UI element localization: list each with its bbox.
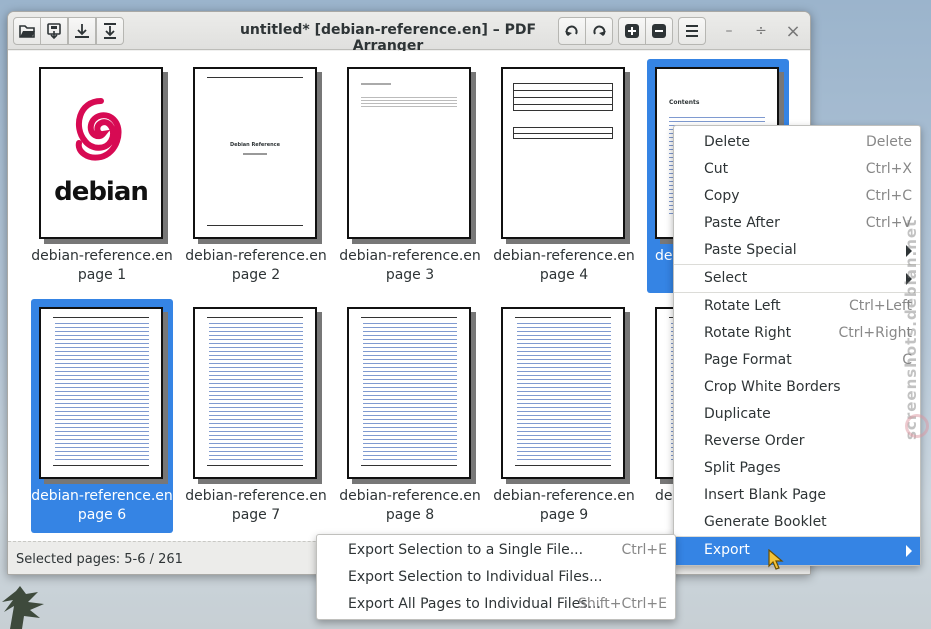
contents-heading: Contents xyxy=(669,99,700,106)
open-icon xyxy=(19,25,35,38)
menu-item-copy[interactable]: Copy Ctrl+C xyxy=(674,183,920,210)
export-submenu: Export Selection to a Single File... Ctrl… xyxy=(316,534,676,620)
page-thumbnail xyxy=(501,307,625,479)
page-thumbnail xyxy=(347,67,471,239)
watermark-logo-icon xyxy=(905,414,929,438)
page-caption: debian-reference.en page 6 xyxy=(31,488,173,523)
menu-item-export-selection-individual[interactable]: Export Selection to Individual Files... xyxy=(317,564,675,591)
page-tile-6[interactable]: debian-reference.en page 6 xyxy=(31,299,173,533)
header-bar: untitled* [debian-reference.en] – PDF Ar… xyxy=(8,12,810,54)
zoom-out-icon xyxy=(652,24,666,38)
maximize-button[interactable]: ÷ xyxy=(750,20,772,42)
watermark-text: screenshots.debian.net xyxy=(902,218,920,440)
main-menu-icon xyxy=(686,25,698,37)
page-thumbnail xyxy=(39,307,163,479)
menu-item-delete[interactable]: Delete Delete xyxy=(674,129,920,156)
zoom-in-button[interactable] xyxy=(618,17,646,45)
menu-item-export[interactable]: Export xyxy=(674,537,920,565)
submenu-arrow-icon xyxy=(906,545,912,557)
page-caption: debian-reference.en page 1 xyxy=(31,248,173,283)
menu-item-page-format[interactable]: Page Format C xyxy=(674,347,920,374)
page-thumbnail: debian xyxy=(39,67,163,239)
menu-item-select[interactable]: Select xyxy=(674,265,920,292)
menu-item-cut[interactable]: Cut Ctrl+X xyxy=(674,156,920,183)
menu-item-generate-booklet[interactable]: Generate Booklet xyxy=(674,509,920,536)
open-button[interactable] xyxy=(13,17,41,45)
save-icon xyxy=(47,23,61,40)
page-thumbnail xyxy=(347,307,471,479)
page-tile-7[interactable]: debian-reference.en page 7 xyxy=(185,299,327,533)
menu-item-rotate-right[interactable]: Rotate Right Ctrl+Right xyxy=(674,320,920,347)
redo-button[interactable] xyxy=(585,17,613,45)
page-tile-3[interactable]: debian-reference.en page 3 xyxy=(339,59,481,293)
menu-item-paste-special[interactable]: Paste Special xyxy=(674,237,920,264)
menu-item-export-selection-single[interactable]: Export Selection to a Single File... Ctrl… xyxy=(317,537,675,564)
page-caption: debian-reference.en page 9 xyxy=(493,488,635,523)
undo-icon xyxy=(565,25,578,36)
insert-icon xyxy=(104,23,116,39)
menu-item-duplicate[interactable]: Duplicate xyxy=(674,401,920,428)
save-button[interactable] xyxy=(40,17,68,45)
import-button[interactable] xyxy=(68,17,96,45)
import-icon xyxy=(75,24,89,38)
page-thumbnail xyxy=(501,67,625,239)
window-title: untitled* [debian-reference.en] – PDF Ar… xyxy=(239,22,537,54)
page-thumbnail xyxy=(193,307,317,479)
menu-item-split-pages[interactable]: Split Pages xyxy=(674,455,920,482)
zoom-out-button[interactable] xyxy=(645,17,673,45)
minimize-button[interactable]: – xyxy=(718,20,740,42)
menu-item-crop-white-borders[interactable]: Crop White Borders xyxy=(674,374,920,401)
menu-item-export-all-individual[interactable]: Export All Pages to Individual Files... S… xyxy=(317,591,675,618)
page-caption: debian-reference.en page 8 xyxy=(339,488,481,523)
menu-item-rotate-left[interactable]: Rotate Left Ctrl+Left xyxy=(674,293,920,320)
page-title-text: Debian Reference xyxy=(229,142,281,148)
page-caption: debian-reference.en page 7 xyxy=(185,488,327,523)
page-thumbnail: Debian Reference xyxy=(193,67,317,239)
selection-status: Selected pages: 5-6 / 261 xyxy=(16,552,183,567)
page-tile-8[interactable]: debian-reference.en page 8 xyxy=(339,299,481,533)
page-tile-4[interactable]: debian-reference.en page 4 xyxy=(493,59,635,293)
menu-item-reverse-order[interactable]: Reverse Order xyxy=(674,428,920,455)
redo-icon xyxy=(593,25,606,36)
page-tile-9[interactable]: debian-reference.en page 9 xyxy=(493,299,635,533)
debian-wordmark: debian xyxy=(54,177,149,207)
zoom-in-icon xyxy=(625,24,639,38)
page-caption: debian-reference.en page 3 xyxy=(339,248,481,283)
tree-silhouette xyxy=(2,586,44,629)
insert-button[interactable] xyxy=(96,17,124,45)
main-menu-button[interactable] xyxy=(678,17,706,45)
mouse-pointer-icon xyxy=(768,549,784,570)
page-caption: debian-reference.en page 2 xyxy=(185,248,327,283)
context-menu: Delete Delete Cut Ctrl+X Copy Ctrl+C Paste … xyxy=(673,125,921,566)
page-tile-2[interactable]: Debian Reference debian-reference.en page… xyxy=(185,59,327,293)
page-caption: debian-reference.en page 4 xyxy=(493,248,635,283)
debian-swirl-logo xyxy=(75,98,122,161)
close-button[interactable]: × xyxy=(782,20,804,42)
page-tile-1[interactable]: debian debian-reference.en page 1 xyxy=(31,59,173,293)
menu-item-paste-after[interactable]: Paste After Ctrl+V xyxy=(674,210,920,237)
undo-button[interactable] xyxy=(558,17,586,45)
menu-item-insert-blank-page[interactable]: Insert Blank Page xyxy=(674,482,920,509)
